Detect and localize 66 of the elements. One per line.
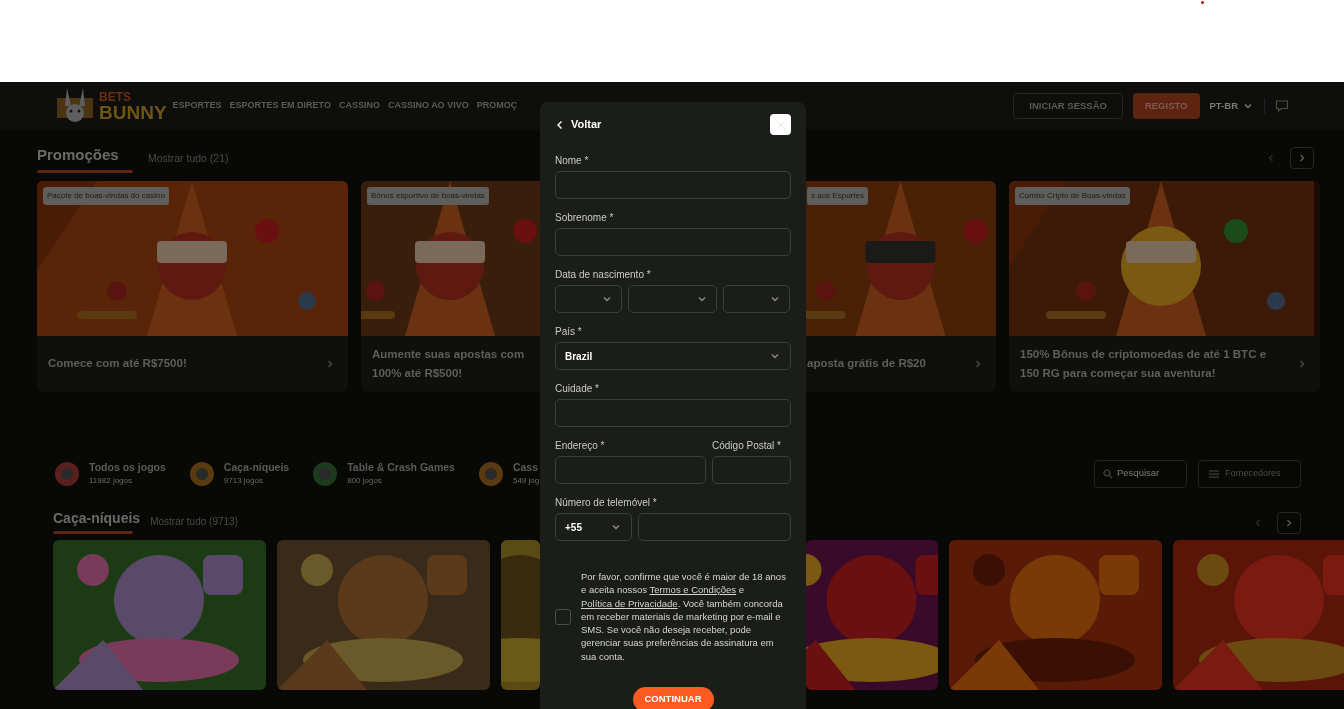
roulette-icon xyxy=(476,459,505,488)
input-field[interactable] xyxy=(638,513,791,541)
search-input[interactable]: Pesquisar xyxy=(1117,466,1177,481)
continue-button[interactable]: CONTINUAR xyxy=(632,687,714,709)
input-field[interactable] xyxy=(555,399,791,427)
nav-link[interactable]: PROMOÇ xyxy=(476,99,518,113)
language-selector[interactable]: PT-BR xyxy=(1209,98,1254,114)
field-label: Data de nascimento * xyxy=(555,269,652,282)
section-title: Caça-níqueis xyxy=(53,508,141,528)
dropdown-field[interactable] xyxy=(628,285,717,313)
menu-icon xyxy=(1209,469,1219,478)
nav-link[interactable]: ESPORTES xyxy=(172,99,222,113)
category-name[interactable]: Caça-níqueis xyxy=(223,459,290,476)
promo-text: Comece com até R$7500! xyxy=(48,356,188,371)
show-all-link[interactable]: Mostrar tudo (21) xyxy=(148,150,229,167)
input-field[interactable] xyxy=(555,456,706,484)
field-label: Nome * xyxy=(555,155,590,168)
input-field[interactable] xyxy=(712,456,791,484)
category-name[interactable]: Todos os jogos xyxy=(89,459,166,476)
search-field[interactable]: Pesquisar xyxy=(1094,459,1187,488)
category-name[interactable]: Cass xyxy=(512,459,540,476)
chevron-left-icon xyxy=(555,119,565,130)
chips-icon xyxy=(53,459,81,488)
section-title: Promoções xyxy=(37,145,120,165)
nav-link[interactable]: CASSINO AO VIVO xyxy=(387,99,469,113)
logo-text: BUNNY xyxy=(99,102,167,122)
category-count: 549 jog xyxy=(512,475,540,488)
nav-link[interactable]: ESPORTES EM DIRETO xyxy=(229,99,331,113)
category-count: 9713 jogos xyxy=(223,475,264,488)
next-button[interactable] xyxy=(1290,146,1314,169)
checkbox[interactable] xyxy=(555,608,571,625)
field-label: Número de telemóvel * xyxy=(555,497,658,510)
promo-text: aposta grátis de R$20 xyxy=(807,356,927,371)
next-button[interactable] xyxy=(1277,511,1301,534)
slot-machine-icon xyxy=(187,459,216,488)
back-button[interactable]: Voltar xyxy=(555,116,602,133)
dropdown-value: Brazil xyxy=(565,349,593,364)
show-all-link[interactable]: Mostrar tudo (9713) xyxy=(150,513,238,529)
promo-text: Aumente suas apostas com 100% até R$500! xyxy=(372,346,526,381)
privacy-link[interactable]: Política de Privacidade xyxy=(581,597,678,609)
category-count: 11982 jogos xyxy=(89,475,133,488)
logo-text: BETS xyxy=(99,90,132,103)
close-button[interactable] xyxy=(770,114,791,135)
login-button[interactable]: INICIAR SESSÃO xyxy=(1013,93,1123,119)
field-label: Código Postal * xyxy=(712,440,782,453)
field-label: País * xyxy=(555,326,583,339)
terms-link[interactable]: Termos e Condições xyxy=(649,584,737,596)
dropdown-field[interactable]: Brazil xyxy=(555,342,791,370)
category-name[interactable]: Table & Crash Games xyxy=(347,459,455,476)
providers-button[interactable]: Fornecedores xyxy=(1198,459,1301,488)
field-label: Sobrenome * xyxy=(555,212,615,225)
dropdown-value: +55 xyxy=(565,520,582,535)
category-count: 800 jogos xyxy=(347,475,383,488)
field-label: Endereço * xyxy=(555,440,606,453)
dropdown-field[interactable] xyxy=(723,285,790,313)
search-icon xyxy=(1103,468,1113,479)
input-field[interactable] xyxy=(555,228,791,256)
register-button[interactable]: REGISTO xyxy=(1132,93,1200,119)
promo-text: 150% Bônus de criptomoedas de até 1 BTC e 150 RG para começar sua aventura! xyxy=(1020,346,1268,381)
input-field[interactable] xyxy=(555,171,791,199)
chat-icon[interactable] xyxy=(1275,99,1289,113)
nav-link[interactable]: CASSINO xyxy=(338,99,380,113)
dropdown-field[interactable] xyxy=(555,285,622,313)
table-icon xyxy=(311,459,340,488)
dropdown-field[interactable]: +55 xyxy=(555,513,632,541)
consent-text: Por favor, confirme que você é maior de 18 anos e aceita nossos Termos e Condições e Política de Privacidade. Você também concorda em receber materiais de marketing por e-mail e SMS. Se você não deseja receber, pode gerenciar suas preferências de assinatura em sua conta. xyxy=(581,570,787,664)
